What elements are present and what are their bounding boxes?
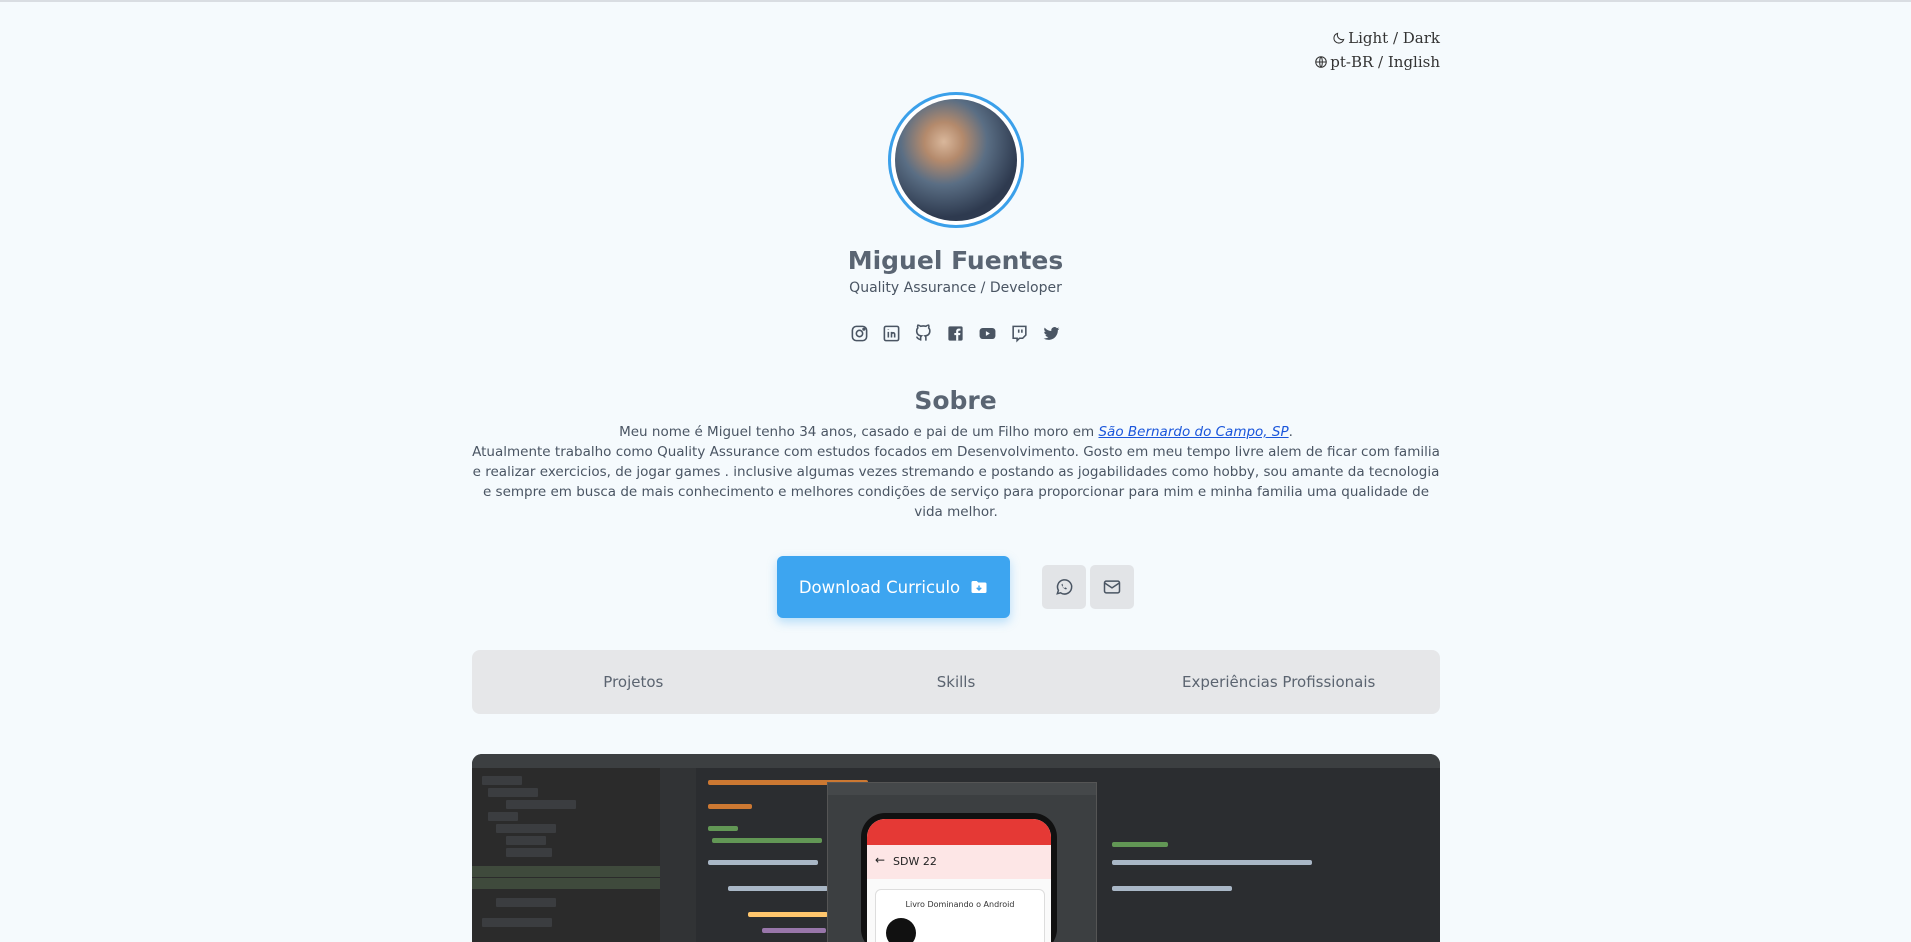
top-controls: Light / Dark pt-BR / Inglish	[1314, 26, 1440, 74]
code-line	[1112, 886, 1232, 891]
social-links	[0, 324, 1911, 343]
tree-row	[496, 824, 556, 833]
linkedin-icon[interactable]	[882, 324, 901, 343]
phone-screen: ← SDW 22 Livro Dominando o Android	[867, 819, 1051, 942]
tree-row	[488, 788, 538, 797]
tab-experiencias[interactable]: Experiências Profissionais	[1117, 673, 1440, 691]
avatar-photo	[895, 99, 1017, 221]
code-line	[1112, 842, 1168, 847]
about-intro: Meu nome é Miguel tenho 34 anos, casado …	[619, 424, 1099, 440]
avatar	[888, 92, 1024, 228]
twitch-icon[interactable]	[1010, 324, 1029, 343]
tree-highlight	[472, 866, 660, 877]
twitter-icon[interactable]	[1042, 324, 1061, 343]
theme-toggle[interactable]: Light / Dark	[1314, 26, 1440, 50]
facebook-icon[interactable]	[946, 324, 965, 343]
phone-card-text: Livro Dominando o Android	[905, 900, 1015, 909]
phone-card: Livro Dominando o Android	[875, 889, 1045, 942]
phone-app-title: SDW 22	[893, 855, 937, 868]
about-intro-end: .	[1288, 424, 1293, 440]
language-toggle-label: pt-BR / Inglish	[1330, 53, 1440, 71]
download-cv-button[interactable]: Download Curriculo	[777, 556, 1010, 618]
moon-icon	[1333, 32, 1345, 44]
folder-download-icon	[971, 581, 987, 593]
emulator-titlebar	[828, 783, 1096, 795]
emulator-window: ← SDW 22 Livro Dominando o Android	[827, 782, 1097, 942]
whatsapp-button[interactable]	[1042, 565, 1086, 609]
tree-row	[506, 836, 546, 845]
github-icon[interactable]	[914, 324, 933, 343]
tree-row	[488, 812, 518, 821]
instagram-icon[interactable]	[850, 324, 869, 343]
code-line	[748, 912, 828, 917]
email-button[interactable]	[1090, 565, 1134, 609]
tree-highlight	[472, 878, 660, 889]
code-line	[728, 886, 828, 891]
section-tabs: Projetos Skills Experiências Profissiona…	[472, 650, 1440, 714]
phone-status-bar	[867, 819, 1051, 845]
location-link[interactable]: São Bernardo do Campo, SP	[1098, 424, 1288, 440]
code-line	[712, 838, 822, 843]
phone-card-avatar	[886, 918, 916, 942]
project-preview-image[interactable]: ← SDW 22 Livro Dominando o Android	[472, 754, 1440, 942]
about-title: Sobre	[914, 386, 997, 415]
about-text: Meu nome é Miguel tenho 34 anos, casado …	[472, 422, 1440, 522]
theme-toggle-label: Light / Dark	[1348, 29, 1440, 47]
tree-row	[482, 918, 552, 927]
tree-row	[506, 848, 552, 857]
mail-icon	[1103, 580, 1121, 594]
language-toggle[interactable]: pt-BR / Inglish	[1314, 50, 1440, 74]
phone-frame: ← SDW 22 Livro Dominando o Android	[861, 813, 1057, 942]
back-arrow-icon: ←	[875, 853, 886, 867]
tree-row	[482, 776, 522, 785]
tab-skills[interactable]: Skills	[795, 673, 1118, 691]
globe-icon	[1315, 56, 1328, 68]
ide-toolbar	[472, 754, 1440, 768]
tree-row	[496, 898, 556, 907]
ide-gutter	[660, 768, 696, 942]
code-line	[708, 860, 818, 865]
profile-role: Quality Assurance / Developer	[849, 280, 1062, 296]
phone-app-bar: ← SDW 22	[867, 845, 1051, 879]
youtube-icon[interactable]	[978, 324, 997, 343]
profile-name: Miguel Fuentes	[847, 246, 1064, 275]
code-line	[1112, 860, 1312, 865]
tree-row	[506, 800, 576, 809]
code-line	[708, 804, 752, 809]
code-line	[762, 928, 826, 933]
whatsapp-icon	[1056, 579, 1073, 595]
tab-projetos[interactable]: Projetos	[472, 673, 795, 691]
code-line	[708, 826, 738, 831]
about-paragraph: Atualmente trabalho como Quality Assuran…	[472, 444, 1440, 520]
download-cv-label: Download Curriculo	[798, 577, 961, 597]
ide-project-tree	[472, 768, 661, 942]
